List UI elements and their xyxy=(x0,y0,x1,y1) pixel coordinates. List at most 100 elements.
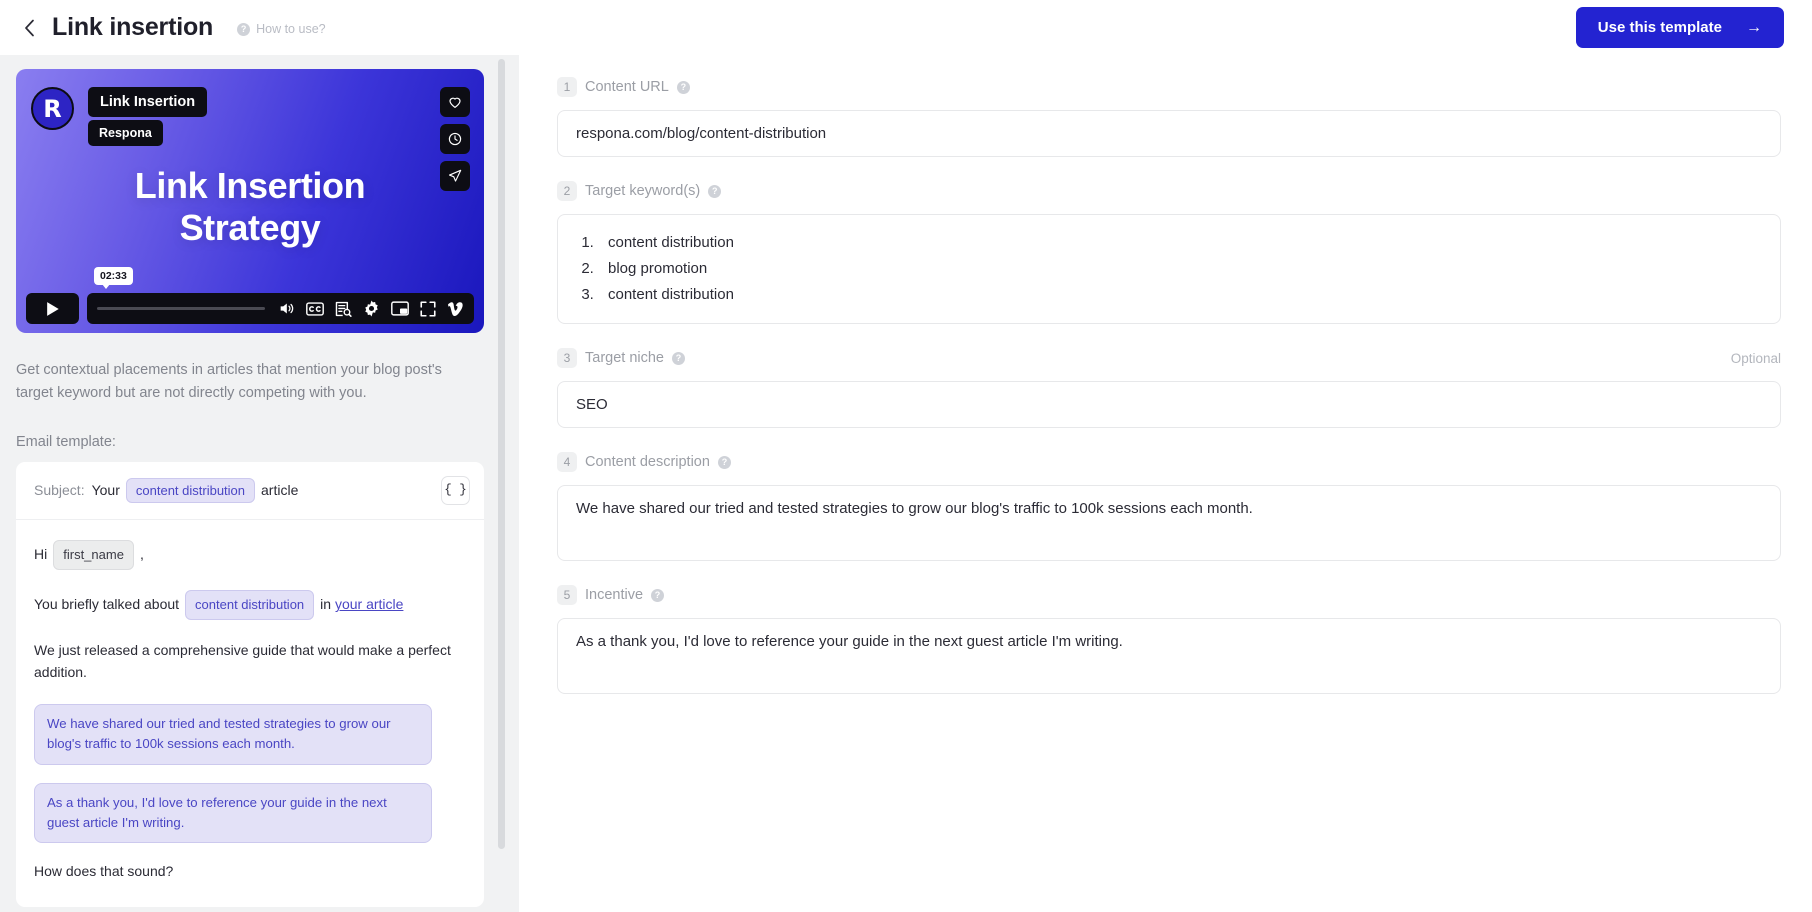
video-title-chip: Link Insertion xyxy=(88,87,208,117)
subject-variable-pill[interactable]: content distribution xyxy=(125,477,256,503)
your-article-link[interactable]: your article xyxy=(335,596,403,612)
like-button[interactable] xyxy=(440,87,470,117)
subject-label: Subject: xyxy=(34,482,85,499)
email-greeting-line: Hi first_name, xyxy=(34,539,466,571)
video-action-buttons xyxy=(440,87,470,191)
volume-icon xyxy=(280,303,294,314)
email-template-card: Subject: Your content distribution artic… xyxy=(16,461,484,908)
body-line1-prefix: You briefly talked about xyxy=(34,596,180,613)
arrow-right-icon: → xyxy=(1746,18,1762,36)
email-closing-line: How does that sound? xyxy=(34,863,174,880)
question-circle-icon[interactable]: ? xyxy=(708,184,722,198)
field-header: 4 Content description ? xyxy=(557,452,1781,473)
video-time-tooltip: 02:33 xyxy=(94,267,133,289)
greeting-prefix: Hi xyxy=(34,545,48,562)
transcript-button[interactable] xyxy=(335,301,352,317)
gear-icon xyxy=(365,300,378,317)
how-to-use-link[interactable]: ? How to use? xyxy=(237,22,326,36)
email-template-label: Email template: xyxy=(16,433,116,450)
fullscreen-icon xyxy=(420,300,436,317)
field-header: 1 Content URL ? xyxy=(557,77,1781,97)
step-number: 2 xyxy=(557,181,577,201)
target-keywords-input[interactable]: content distribution blog promotion cont… xyxy=(557,214,1781,325)
first-name-pill[interactable]: first_name xyxy=(53,539,134,571)
list-item[interactable]: content distribution xyxy=(598,282,1762,308)
progress-bar[interactable] xyxy=(97,307,265,310)
body-keyword-pill[interactable]: content distribution xyxy=(185,590,315,621)
question-circle-icon[interactable]: ? xyxy=(672,351,685,365)
video-player[interactable]: R Link Insertion Respona Link Insertion … xyxy=(16,69,484,333)
email-subject-row[interactable]: Subject: Your content distribution artic… xyxy=(16,462,484,520)
watch-later-button[interactable] xyxy=(440,124,470,154)
use-template-label: Use this template xyxy=(1597,19,1722,36)
template-description: Get contextual placements in articles th… xyxy=(16,362,442,402)
logo-letter: R xyxy=(43,94,62,123)
share-button[interactable] xyxy=(440,161,470,191)
email-body-line-2: We just released a comprehensive guide t… xyxy=(34,642,451,680)
variables-button[interactable]: { } xyxy=(441,475,470,505)
target-niche-input[interactable]: SEO xyxy=(557,381,1781,429)
pip-icon xyxy=(391,301,409,316)
captions-button[interactable] xyxy=(306,301,324,316)
respona-logo-icon: R xyxy=(31,87,74,130)
chevron-left-icon xyxy=(24,19,34,36)
question-circle-icon[interactable]: ? xyxy=(651,588,665,602)
question-circle-icon: ? xyxy=(237,22,251,36)
field-header: 5 Incentive ? xyxy=(557,585,1781,606)
video-controls xyxy=(26,293,474,324)
step-number: 1 xyxy=(557,77,577,97)
video-heading-line-1: Link Insertion xyxy=(134,165,366,206)
heart-icon xyxy=(449,97,461,108)
field-group-target-keywords: 2 Target keyword(s) ? content distributi… xyxy=(557,181,1781,325)
back-button[interactable] xyxy=(14,13,44,43)
field-label: Content URL xyxy=(585,79,669,95)
list-item[interactable]: content distribution xyxy=(598,230,1762,256)
content-description-input[interactable]: We have shared our tried and tested stra… xyxy=(557,485,1781,562)
question-circle-icon[interactable]: ? xyxy=(676,80,690,94)
content-url-input[interactable]: respona.com/blog/content-distribution xyxy=(557,110,1781,157)
field-label: Target niche xyxy=(585,350,664,367)
template-form-panel: 1 Content URL ? respona.com/blog/content… xyxy=(519,55,1812,912)
play-button[interactable] xyxy=(26,293,79,324)
content-area: R Link Insertion Respona Link Insertion … xyxy=(0,55,1812,912)
use-this-template-button[interactable]: Use this template → xyxy=(1575,7,1784,48)
volume-button[interactable] xyxy=(278,301,295,316)
list-item[interactable]: blog promotion xyxy=(598,256,1762,282)
field-header: 3 Target niche ? Optional xyxy=(557,348,1781,369)
video-heading: Link Insertion Strategy xyxy=(16,165,484,249)
field-group-incentive: 5 Incentive ? As a thank you, I'd love t… xyxy=(557,585,1781,695)
page-title: Link insertion xyxy=(52,13,214,41)
how-to-use-label: How to use? xyxy=(256,22,326,36)
incentive-input[interactable]: As a thank you, I'd love to reference yo… xyxy=(557,618,1781,695)
step-number: 5 xyxy=(557,585,577,606)
fullscreen-button[interactable] xyxy=(420,300,436,317)
video-brand-chip: Respona xyxy=(88,120,163,146)
clock-icon xyxy=(448,132,462,146)
left-panel-scrollbar-thumb[interactable] xyxy=(498,59,505,849)
vimeo-logo[interactable] xyxy=(447,301,464,317)
field-label: Target keyword(s) xyxy=(585,183,701,199)
field-header: 2 Target keyword(s) ? xyxy=(557,181,1781,201)
settings-button[interactable] xyxy=(363,300,380,317)
left-panel-scrollbar-track[interactable] xyxy=(498,55,512,912)
transcript-search-icon xyxy=(335,301,352,317)
field-group-content-description: 4 Content description ? We have shared o… xyxy=(557,452,1781,562)
field-label: Incentive xyxy=(585,587,644,604)
field-group-content-url: 1 Content URL ? respona.com/blog/content… xyxy=(557,77,1781,157)
play-icon xyxy=(47,301,59,316)
cc-icon xyxy=(306,301,324,316)
field-label: Content description xyxy=(585,454,710,471)
paper-plane-icon xyxy=(448,169,462,182)
question-circle-icon[interactable]: ? xyxy=(717,455,731,469)
subject-prefix: Your xyxy=(91,482,120,499)
app-header: Link insertion ? How to use? Use this te… xyxy=(0,0,1812,55)
email-body[interactable]: Hi first_name, You briefly talked about co… xyxy=(16,520,484,907)
vimeo-icon xyxy=(448,301,463,316)
email-body-line-1: You briefly talked about content distribu… xyxy=(34,590,466,621)
step-number: 4 xyxy=(557,452,577,473)
email-highlight-block-1[interactable]: We have shared our tried and tested stra… xyxy=(34,703,432,765)
subject-suffix: article xyxy=(261,482,299,499)
email-highlight-block-2[interactable]: As a thank you, I'd love to reference yo… xyxy=(34,782,432,844)
picture-in-picture-button[interactable] xyxy=(391,301,409,316)
greeting-suffix: , xyxy=(139,545,144,562)
